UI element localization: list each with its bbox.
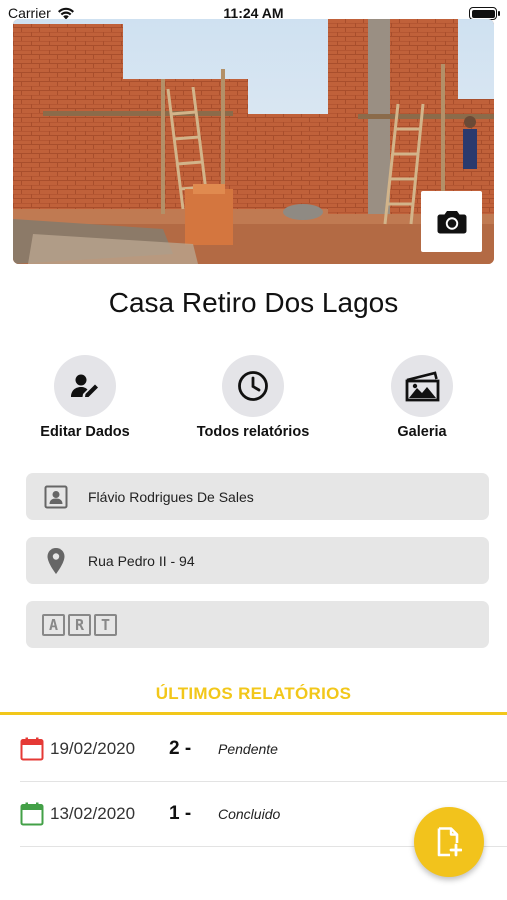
art-field[interactable]: A R T [26, 601, 489, 648]
location-pin-icon [42, 547, 70, 575]
address-text: Rua Pedro II - 94 [88, 552, 195, 569]
calendar-red-icon [20, 737, 44, 761]
gallery-icon [405, 371, 440, 402]
report-row[interactable]: 19/02/2020 2 - Pendente [20, 716, 507, 782]
report-number: 2 - [169, 738, 192, 759]
calendar-green-icon [20, 802, 44, 826]
art-icon: A R T [42, 613, 117, 636]
art-letter-r: R [68, 613, 91, 636]
owner-name: Flávio Rodrigues De Sales [88, 488, 254, 505]
camera-icon [437, 210, 466, 233]
new-report-button[interactable] [414, 807, 484, 877]
add-document-icon [437, 827, 462, 857]
report-date: 13/02/2020 [50, 804, 136, 823]
all-reports-circle[interactable] [222, 355, 284, 417]
contact-card-icon [42, 485, 70, 509]
report-date: 19/02/2020 [50, 739, 136, 758]
change-photo-button[interactable] [421, 191, 482, 252]
section-divider [0, 712, 507, 715]
gallery-button[interactable]: Galeria [347, 355, 497, 440]
action-bar: Editar Dados Todos relatórios Galeria [0, 355, 507, 445]
all-reports-label: Todos relatórios [196, 424, 310, 440]
project-photo [13, 19, 494, 264]
address-field[interactable]: Rua Pedro II - 94 [26, 537, 489, 584]
all-reports-button[interactable]: Todos relatórios [178, 355, 328, 440]
report-number: 1 - [169, 803, 192, 824]
latest-reports-heading: ÚLTIMOS RELATÓRIOS [155, 684, 352, 703]
report-status: Concluido [218, 806, 281, 822]
gallery-circle[interactable] [391, 355, 453, 417]
gallery-label: Galeria [397, 424, 447, 440]
art-letter-a: A [42, 613, 65, 636]
edit-data-button[interactable]: Editar Dados [10, 355, 160, 440]
edit-user-icon [71, 374, 98, 397]
project-title: Casa Retiro Dos Lagos [108, 287, 399, 318]
edit-data-label: Editar Dados [40, 424, 130, 440]
clock-icon [238, 371, 268, 401]
report-status: Pendente [218, 741, 278, 757]
edit-data-circle[interactable] [54, 355, 116, 417]
art-letter-t: T [94, 613, 117, 636]
owner-field[interactable]: Flávio Rodrigues De Sales [26, 473, 489, 520]
